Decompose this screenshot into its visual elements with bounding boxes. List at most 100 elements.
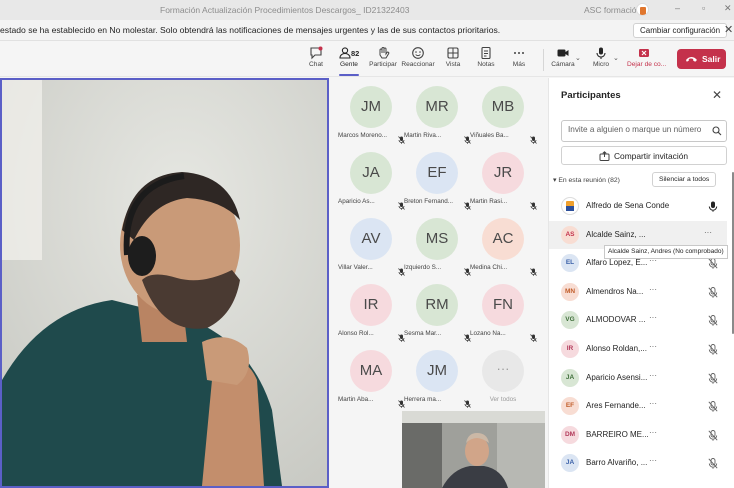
self-view-image xyxy=(402,411,545,488)
grid-view-icon xyxy=(447,47,459,59)
view-button[interactable]: Vista xyxy=(436,44,470,76)
gallery-tile[interactable]: JM Herrera ma... xyxy=(404,344,471,408)
participate-label: Participar xyxy=(369,61,397,68)
gallery-tile[interactable]: AV Villar Valer... xyxy=(338,212,405,276)
people-button[interactable]: 82 Gente xyxy=(332,44,366,76)
meeting-toolbar: Chat 82 Gente Participar Reaccionar Vist… xyxy=(0,41,734,77)
gallery-tile[interactable]: MR Martin Riva... xyxy=(404,80,471,144)
mic-label: Micro xyxy=(592,61,610,68)
section-label: En esta reunión (82) xyxy=(558,177,620,184)
chat-label: Chat xyxy=(309,61,323,68)
avatar: MS xyxy=(416,218,458,260)
maximize-button[interactable]: ▫ xyxy=(702,3,705,13)
gallery-tile[interactable]: EF Breton Fernand... xyxy=(404,146,471,210)
camera-chevron-icon[interactable]: ⌄ xyxy=(575,54,581,62)
microphone-icon xyxy=(708,199,718,217)
share-invite-label: Compartir invitación xyxy=(614,151,689,161)
more-label: Más xyxy=(512,61,526,68)
view-label: Vista xyxy=(445,61,461,68)
self-view-video[interactable] xyxy=(402,411,545,488)
participant-row[interactable]: VG ALMODOVAR ... ··· xyxy=(549,306,727,334)
mute-all-button[interactable]: Silenciar a todos xyxy=(652,172,717,187)
avatar: RM xyxy=(416,284,458,326)
participant-row[interactable]: IR Alonso Roldan,... ··· xyxy=(549,335,727,363)
gallery-tile[interactable]: JR Martin Rasi... xyxy=(470,146,537,210)
row-options-button[interactable]: ··· xyxy=(649,456,657,465)
more-icon: ··· xyxy=(482,350,524,392)
more-button[interactable]: Más xyxy=(502,44,536,76)
camera-label: Cámara xyxy=(551,61,575,68)
mic-button[interactable]: Micro ⌄ xyxy=(584,44,619,76)
gallery-tile[interactable]: JM Marcos Moreno... xyxy=(338,80,405,144)
participant-name: Ares Fernande... xyxy=(586,401,646,411)
row-options-button[interactable]: ··· xyxy=(704,228,712,237)
gallery-tile[interactable]: MB Viñuales Ba... xyxy=(470,80,537,144)
banner-close-button[interactable]: ✕ xyxy=(724,23,733,36)
tile-name: Medina Chi... xyxy=(470,264,508,271)
invite-field[interactable] xyxy=(561,120,727,142)
avatar: AC xyxy=(482,218,524,260)
people-icon xyxy=(339,47,351,59)
participate-button[interactable]: Participar xyxy=(366,44,400,76)
change-settings-button[interactable]: Cambiar configuración xyxy=(633,23,728,38)
invite-input[interactable] xyxy=(568,125,704,134)
gallery-tile[interactable]: MA Martin Aba... xyxy=(338,344,405,408)
participant-row[interactable]: MN Almendros Na... ··· xyxy=(549,278,727,306)
tile-name: Viñuales Ba... xyxy=(470,132,509,139)
avatar: DM xyxy=(561,425,579,444)
participants-panel: Participantes ✕ Compartir invitación ▾ E… xyxy=(548,78,734,488)
avatar: MB xyxy=(482,86,524,128)
share-invite-button[interactable]: Compartir invitación xyxy=(561,146,727,165)
meeting-section-header[interactable]: ▾ En esta reunión (82) xyxy=(553,176,620,184)
participant-row[interactable]: Alfredo de Sena Conde xyxy=(549,192,727,220)
gallery-tile[interactable]: AC Medina Chi... xyxy=(470,212,537,276)
avatar: VG xyxy=(561,311,579,330)
tile-name: Breton Fernand... xyxy=(404,198,454,205)
gallery-tile[interactable]: MS Izquierdo S... xyxy=(404,212,471,276)
participant-row[interactable]: DM BARREIRO ME... ··· xyxy=(549,421,727,449)
row-options-button[interactable]: ··· xyxy=(649,313,657,322)
view-all-tile[interactable]: ··· Ver todos xyxy=(470,344,536,408)
react-button[interactable]: Reaccionar xyxy=(401,44,435,76)
leave-button[interactable]: Salir xyxy=(677,49,726,69)
notes-button[interactable]: Notas xyxy=(469,44,503,76)
avatar: AS xyxy=(561,225,579,244)
close-window-button[interactable]: ✕ xyxy=(724,3,732,14)
chat-button[interactable]: Chat xyxy=(299,44,333,76)
tile-name: Herrera ma... xyxy=(404,396,442,403)
row-options-button[interactable]: ··· xyxy=(649,285,657,294)
gallery-tile[interactable]: JA Aparicio As... xyxy=(338,146,405,210)
avatar: JA xyxy=(350,152,392,194)
leave-label: Salir xyxy=(702,54,721,64)
gallery-tile[interactable]: FN Lozano Na... xyxy=(470,278,537,342)
row-options-button[interactable]: ··· xyxy=(649,428,657,437)
gallery-tile[interactable]: IR Alonso Rol... xyxy=(338,278,405,342)
hang-up-icon xyxy=(686,57,697,62)
avatar: FN xyxy=(482,284,524,326)
chat-icon xyxy=(310,46,323,60)
row-options-button[interactable]: ··· xyxy=(649,399,657,408)
panel-close-button[interactable]: ✕ xyxy=(712,88,722,102)
row-options-button[interactable]: ··· xyxy=(649,371,657,380)
participant-row[interactable]: EF Ares Fernande... ··· xyxy=(549,392,727,420)
participant-row[interactable]: JA Aparicio Asensi... ··· xyxy=(549,364,727,392)
camera-button[interactable]: Cámara ⌄ xyxy=(546,44,581,76)
participant-tooltip: Alcalde Sainz, Andres (No comprobado) xyxy=(604,245,728,259)
tile-name: Izquierdo S... xyxy=(404,264,442,271)
avatar: JA xyxy=(561,368,579,387)
participant-name: Alonso Roldan,... xyxy=(586,344,647,353)
stop-sharing-button[interactable]: Dejar de co... xyxy=(627,44,666,76)
mic-off-icon xyxy=(708,285,718,303)
react-label: Reaccionar xyxy=(401,61,435,68)
mic-chevron-icon[interactable]: ⌄ xyxy=(613,54,619,62)
mic-off-icon xyxy=(708,342,718,360)
tile-name: Aparicio As... xyxy=(338,198,375,205)
row-options-button[interactable]: ··· xyxy=(649,342,657,351)
avatar: JM xyxy=(350,86,392,128)
minimize-button[interactable]: – xyxy=(675,3,680,13)
raise-hand-icon xyxy=(379,47,390,59)
gallery-tile[interactable]: RM Sesma Mar... xyxy=(404,278,471,342)
tile-name: Marcos Moreno... xyxy=(338,132,387,139)
participant-row[interactable]: JA Barro Alvariño, ... ··· xyxy=(549,449,727,477)
avatar: AV xyxy=(350,218,392,260)
